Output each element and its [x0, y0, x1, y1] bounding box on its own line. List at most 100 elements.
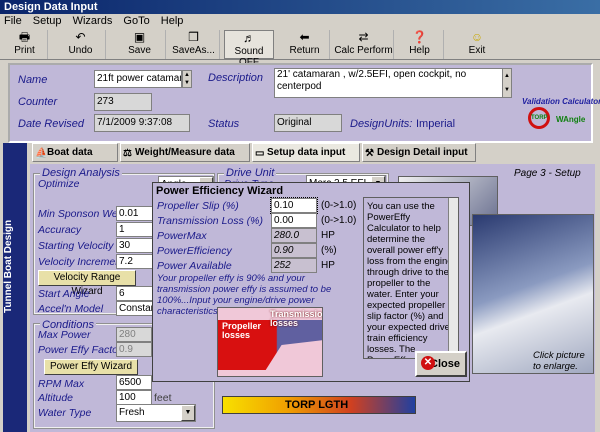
help-scrollbar[interactable]: [448, 198, 458, 358]
close-icon: ✕: [421, 356, 435, 370]
menu-file[interactable]: File: [4, 15, 22, 27]
min-sponson-label: Min Sponson Wet: [38, 208, 121, 220]
power-available-label: Power Available: [157, 260, 232, 272]
sidebar: Tunnel Boat Design: [3, 143, 27, 432]
chevron-down-icon[interactable]: ▼: [181, 405, 195, 421]
status-field: Original: [274, 114, 342, 132]
close-button[interactable]: ✕ Close: [415, 351, 467, 377]
undo-icon: ↶: [75, 30, 86, 44]
water-type-label: Water Type: [38, 407, 92, 419]
transmission-loss-range: (0->1.0): [321, 215, 357, 226]
dialog-title: Power Efficiency Wizard: [156, 185, 284, 197]
exit-button[interactable]: ☺ Exit: [454, 30, 500, 59]
page-label: Page 3 - Setup: [514, 168, 581, 179]
description-label: Description: [208, 72, 264, 84]
date-revised-label: Date Revised: [18, 118, 85, 130]
start-angle-label: Start Angle: [38, 288, 90, 300]
max-power-label: Max Power: [38, 329, 91, 341]
altitude-unit: feet: [154, 392, 172, 404]
description-field[interactable]: 21' catamaran , w/2.5EFI, open cockpit, …: [274, 68, 504, 98]
velocity-increment-field[interactable]: 7.2: [116, 254, 156, 269]
tab-bar: ⛵Boat data input ⚖Weight/Measure data in…: [30, 143, 595, 175]
transmission-losses-label: Transmission losses: [270, 309, 323, 328]
print-button[interactable]: 🖶 Print: [2, 30, 48, 59]
power-available-unit: HP: [321, 260, 335, 271]
counter-label: Counter: [18, 96, 58, 108]
velocity-range-wizard-button[interactable]: Velocity Range Wizard: [38, 270, 136, 297]
starting-velocity-label: Starting Velocity: [38, 240, 114, 252]
rpm-max-label: RPM Max: [38, 378, 85, 390]
power-efficiency-label: PowerEfficiency: [157, 245, 232, 257]
help-button[interactable]: ❓ Help: [396, 30, 444, 59]
starting-velocity-field[interactable]: 30: [116, 238, 156, 253]
design-header-panel: Name 21ft power catamaran ▲▼ Counter 273…: [8, 63, 600, 143]
undo-button[interactable]: ↶ Undo: [56, 30, 106, 59]
power-effy-factor-field: 0.9: [116, 342, 152, 357]
power-efficiency-unit: (%): [321, 245, 337, 256]
tab-design-detail[interactable]: ⚒ Design Detail input: [362, 143, 476, 162]
design-units-label: DesignUnits:: [350, 118, 413, 130]
menu-bar: File Setup Wizards GoTo Help: [0, 14, 600, 29]
name-scroll-icon[interactable]: ▲ ▼: [182, 70, 192, 88]
propeller-slip-label: Propeller Slip (%): [157, 200, 239, 212]
disk-icon: ▣: [133, 30, 146, 44]
min-sponson-field[interactable]: 0.01: [116, 206, 156, 221]
counter-field: 273: [94, 93, 152, 111]
menu-help[interactable]: Help: [161, 15, 184, 27]
scale-icon: ⚖: [123, 148, 132, 159]
date-revised-field: 7/1/2009 9:37:08: [94, 114, 190, 132]
click-picture-hint: Click picture to enlarge.: [533, 350, 585, 372]
menu-goto[interactable]: GoTo: [123, 15, 149, 27]
window-title: Design Data Input: [0, 0, 600, 14]
sidebar-label: Tunnel Boat Design: [3, 219, 14, 313]
max-power-field: 280: [116, 327, 152, 342]
save-as-button[interactable]: ❒ SaveAs...: [168, 30, 220, 59]
tab-weight-measure[interactable]: ⚖Weight/Measure data input: [120, 143, 250, 175]
description-scroll-icon[interactable]: ▲ ▼: [502, 68, 512, 98]
sound-off-button[interactable]: ♬Sound OFF: [224, 30, 274, 68]
accuracy-field[interactable]: 1: [116, 222, 156, 237]
tab-setup-data[interactable]: ▭ Setup data input: [252, 143, 360, 162]
smiley-icon: ☺: [470, 30, 484, 44]
validation-calculator-logo[interactable]: Validation Calculator TORP WAngle: [522, 97, 600, 135]
transmission-loss-label: Transmission Loss (%): [157, 215, 263, 227]
water-type-select[interactable]: Fresh ▼: [116, 404, 196, 422]
accel-model-field[interactable]: Constant: [116, 301, 156, 316]
power-loss-diagram: Propeller losses Transmission losses: [217, 307, 323, 377]
wrench-icon: ⚒: [365, 148, 374, 159]
design-units-value: Imperial: [416, 118, 456, 130]
save-button[interactable]: ▣ Save: [114, 30, 166, 59]
speaker-icon: ♬: [243, 31, 255, 45]
accel-model-label: Accel'n Model: [38, 303, 104, 315]
propeller-slip-field[interactable]: 0.10: [270, 197, 318, 214]
help-text-box[interactable]: You can use the PowerEffy Calculator to …: [363, 197, 459, 359]
accuracy-label: Accuracy: [38, 224, 82, 236]
altitude-field[interactable]: 100: [116, 390, 152, 405]
return-arrow-icon: ⬅: [299, 30, 310, 44]
menu-wizards[interactable]: Wizards: [73, 15, 113, 27]
rpm-max-field[interactable]: 6500: [116, 375, 152, 390]
arrows-icon: ⇄: [358, 30, 369, 44]
velocity-increment-label: Velocity Increment: [38, 256, 124, 268]
torp-banner[interactable]: TORP LGTH: [222, 396, 416, 414]
power-available-field: 252: [271, 258, 317, 273]
return-button[interactable]: ⬅ Return: [280, 30, 330, 59]
boat-icon: ⛵: [35, 148, 48, 159]
power-efficiency-dialog: Power Efficiency Wizard Propeller Slip (…: [152, 182, 470, 382]
folder-icon: ❒: [188, 30, 199, 44]
monitor-icon: ▭: [255, 148, 265, 159]
propeller-slip-range: (0->1.0): [321, 200, 357, 211]
help-icon: ❓: [412, 30, 427, 44]
power-effy-wizard-button[interactable]: Power Effy Wizard: [44, 359, 138, 375]
status-label: Status: [208, 118, 240, 130]
name-field[interactable]: 21ft power catamaran: [94, 70, 182, 88]
transmission-loss-field[interactable]: 0.00: [271, 213, 317, 228]
start-angle-field[interactable]: 6: [116, 286, 156, 301]
altitude-label: Altitude: [38, 392, 74, 404]
calc-perform-button[interactable]: ⇄ Calc Perform: [334, 30, 394, 59]
optimize-label: Optimize: [38, 178, 80, 190]
power-max-field: 280.0: [271, 228, 317, 243]
power-max-label: PowerMax: [157, 230, 207, 242]
tab-boat-data[interactable]: ⛵Boat data input: [32, 143, 118, 175]
menu-setup[interactable]: Setup: [33, 15, 62, 27]
